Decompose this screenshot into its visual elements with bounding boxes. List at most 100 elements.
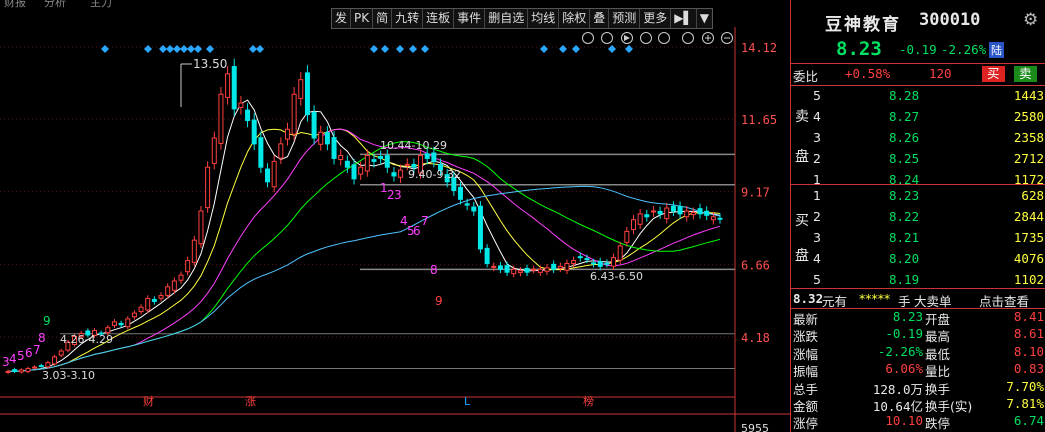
- candle-body: [198, 210, 204, 245]
- toolbar-lianban-button[interactable]: 连板: [423, 9, 455, 28]
- signal-diamond: [166, 45, 174, 53]
- candle-body: [298, 79, 304, 99]
- chart-toolbar: 发 PK 简 九转 连板 事件 删自选 均线 除权 叠 预测 更多 ▶▌ ▼: [331, 8, 713, 29]
- ask-row[interactable]: 3 8.26 2358: [791, 128, 1045, 148]
- candle-body: [231, 66, 237, 110]
- bid-row[interactable]: 2 8.22 2844: [791, 207, 1045, 227]
- ask-row[interactable]: 2 8.25 2712: [791, 149, 1045, 169]
- toolbar-expand-button[interactable]: ▶▌: [671, 9, 697, 28]
- candle-body: [185, 260, 191, 273]
- stat-label: 涨幅: [793, 346, 819, 362]
- toolbar-dropdown-button[interactable]: ▼: [697, 9, 712, 28]
- stat-label: 跌停: [925, 416, 951, 432]
- sequence-mark: 6: [25, 346, 33, 360]
- toolbar-forecast-button[interactable]: 预测: [609, 9, 641, 28]
- candle-body: [471, 206, 477, 212]
- candle-body: [265, 168, 271, 183]
- candle-body: [544, 267, 550, 272]
- big-order-masked: *****: [859, 291, 891, 306]
- candle-body: [644, 214, 650, 218]
- candle-body: [704, 210, 710, 216]
- signal-diamond: [249, 45, 257, 53]
- circle-eye-icon: [601, 32, 613, 44]
- sequence-mark: 7: [33, 343, 41, 357]
- toolbar-overlay-button[interactable]: 叠: [590, 9, 610, 28]
- stats-row: 最新 8.23 开盘 8.41: [791, 309, 1045, 327]
- bid-row[interactable]: 4 8.20 4076: [791, 249, 1045, 269]
- candle-body: [118, 322, 124, 326]
- kline-chart[interactable]: 14.12 11.65 9.17 6.66 4.18 5955 13.50 10.44-10…: [0, 27, 790, 432]
- candle-body: [351, 164, 357, 180]
- toolbar-ma-button[interactable]: 均线: [528, 9, 560, 28]
- toolbar-pk-button[interactable]: PK: [351, 9, 374, 28]
- stock-header: 豆神教育 300010 ⚙: [791, 8, 1045, 35]
- candle-body: [245, 109, 251, 122]
- signal-diamond: [159, 45, 167, 53]
- stat-value: 8.10: [1013, 343, 1044, 359]
- buy-button[interactable]: 买: [982, 66, 1005, 82]
- toolbar-jiuzhuan-button[interactable]: 九转: [392, 9, 424, 28]
- stat-label: 金额: [793, 399, 819, 414]
- top-tab[interactable]: 主力: [90, 0, 112, 8]
- ask-row[interactable]: 4 8.27 2580: [791, 107, 1045, 127]
- sequence-mark: 9: [43, 314, 51, 328]
- top-tab-strip: 财报 分析 主力: [0, 0, 330, 8]
- top-tab[interactable]: 财报: [4, 0, 26, 8]
- price-line: 8.23 -0.19 -2.26% 陆: [791, 38, 1045, 62]
- signal-diamond: [572, 45, 580, 53]
- bid-row[interactable]: 5 8.19 1102: [791, 270, 1045, 290]
- toolbar-simple-button[interactable]: 简: [373, 9, 393, 28]
- toolbar-exright-button[interactable]: 除权: [559, 9, 591, 28]
- candle-body: [384, 155, 390, 168]
- candle-body: [205, 166, 211, 209]
- toolbar-remove-watchlist-button[interactable]: 删自选: [485, 9, 529, 28]
- volume-axis-label: 5955: [741, 422, 769, 432]
- candle-body: [278, 143, 284, 159]
- candle-body: [38, 365, 44, 368]
- eye-icon: [582, 32, 594, 44]
- candle-body: [497, 265, 503, 270]
- stat-value: 0.83: [1013, 361, 1044, 377]
- replay-icon: [640, 32, 652, 44]
- sell-button[interactable]: 卖: [1014, 66, 1037, 82]
- signal-diamond: [625, 45, 633, 53]
- candle-body: [331, 137, 337, 159]
- candle-body: [145, 297, 151, 311]
- exchange-badge: 陆: [989, 42, 1004, 58]
- candle-body: [577, 256, 583, 259]
- candle-body: [630, 219, 636, 231]
- candle-body: [218, 93, 224, 144]
- ask-row[interactable]: 5 8.28 1443: [791, 86, 1045, 106]
- stock-code: 300010: [919, 10, 981, 30]
- signal-diamond: [559, 45, 567, 53]
- candle-body: [604, 262, 610, 265]
- stock-name: 豆神教育: [825, 15, 901, 35]
- candle-body: [637, 213, 643, 225]
- top-tab[interactable]: 分析: [44, 0, 66, 8]
- toolbar-fa-button[interactable]: 发: [332, 9, 352, 28]
- candle-body: [324, 132, 330, 145]
- candle-body: [717, 217, 723, 220]
- candle-body: [311, 111, 317, 139]
- sequence-mark: 7: [421, 214, 429, 228]
- candle-body: [178, 274, 184, 281]
- candle-body: [664, 207, 670, 220]
- candle-body: [537, 268, 543, 273]
- toolbar-events-button[interactable]: 事件: [454, 9, 486, 28]
- stat-value: 128.0万: [872, 381, 923, 397]
- stat-value: 8.41: [1013, 309, 1044, 324]
- bid-row[interactable]: 3 8.21 1735: [791, 228, 1045, 248]
- candle-body: [291, 93, 297, 135]
- zone-label: 9.40-9.32: [408, 168, 461, 181]
- candle-body: [477, 205, 483, 250]
- toolbar-more-button[interactable]: 更多: [640, 9, 672, 28]
- candle-body: [670, 205, 676, 212]
- settings-gear-icon[interactable]: ⚙: [1023, 10, 1038, 30]
- stats-row: 总手 128.0万 换手 7.70%: [791, 379, 1045, 397]
- sequence-mark: 6: [413, 224, 421, 238]
- candle-body: [411, 163, 417, 168]
- candle-body: [431, 152, 437, 162]
- bid-row[interactable]: 1 8.23 628: [791, 186, 1045, 206]
- stat-label: 换手(实): [925, 399, 973, 414]
- zone-label: 6.43-6.50: [590, 270, 643, 283]
